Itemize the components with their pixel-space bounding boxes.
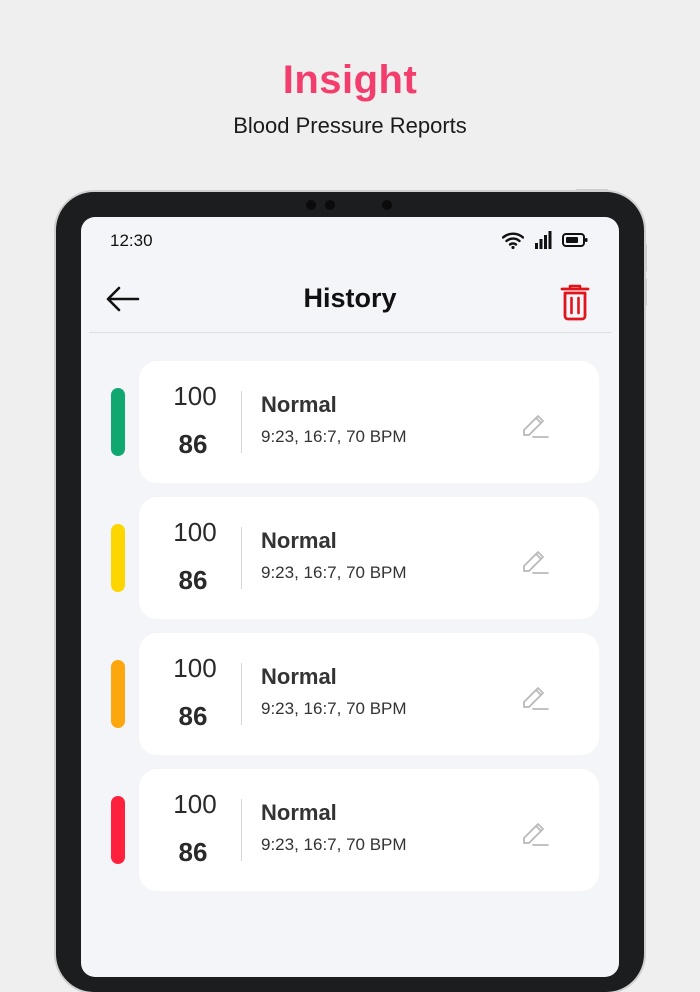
record-status: Normal [261,664,337,689]
list-item: 100 86 Normal 9:23, 16:7, 70 BPM [81,497,619,633]
systolic-value: 100 [173,653,217,683]
status-indicator [111,524,125,592]
pencil-icon [523,415,549,438]
power-button [576,189,608,192]
status-indicator [111,660,125,728]
status-indicator [111,388,125,456]
list-item: 100 86 Normal 9:23, 16:7, 70 BPM [81,633,619,769]
pencil-icon [523,687,549,710]
history-list: 100 86 Normal 9:23, 16:7, 70 BPM 100 86 … [81,361,619,905]
page-title: History [303,283,397,313]
diastolic-value: 86 [178,837,208,867]
card-divider [241,799,242,861]
record-card[interactable]: 100 86 Normal 9:23, 16:7, 70 BPM [139,769,599,891]
systolic-value: 100 [173,517,217,547]
list-item: 100 86 Normal 9:23, 16:7, 70 BPM [81,769,619,905]
record-detail: 9:23, 16:7, 70 BPM [261,835,407,854]
record-detail: 9:23, 16:7, 70 BPM [261,427,407,446]
list-item: 100 86 Normal 9:23, 16:7, 70 BPM [81,361,619,497]
status-icons [502,231,588,249]
diastolic-value: 86 [178,565,208,595]
camera-icon [325,200,335,210]
edit-button[interactable] [519,543,551,575]
volume-down-button [644,278,647,306]
systolic-value: 100 [173,789,217,819]
tablet-frame: 12:30 History 100 86 Normal 9:23, 16:7, … [56,189,647,992]
delete-button[interactable] [559,283,591,321]
app-screen: 12:30 History 100 86 Normal 9:23, 16:7, … [81,217,619,977]
wifi-icon [502,232,524,249]
app-header: History [81,277,619,333]
camera-icon [306,200,316,210]
card-divider [241,527,242,589]
status-indicator [111,796,125,864]
record-card[interactable]: 100 86 Normal 9:23, 16:7, 70 BPM [139,361,599,483]
record-card[interactable]: 100 86 Normal 9:23, 16:7, 70 BPM [139,497,599,619]
battery-icon [562,233,588,247]
record-status: Normal [261,392,337,417]
promo-title: Insight [282,58,418,102]
promo-subtitle: Blood Pressure Reports [233,113,467,138]
record-detail: 9:23, 16:7, 70 BPM [261,563,407,582]
card-divider [241,391,242,453]
signal-icon [535,231,552,249]
diastolic-value: 86 [178,701,208,731]
status-time: 12:30 [110,231,153,250]
record-status: Normal [261,800,337,825]
card-divider [241,663,242,725]
record-detail: 9:23, 16:7, 70 BPM [261,699,407,718]
edit-button[interactable] [519,815,551,847]
edit-button[interactable] [519,407,551,439]
record-status: Normal [261,528,337,553]
trash-icon [560,284,590,321]
systolic-value: 100 [173,381,217,411]
pencil-icon [523,551,549,574]
edit-button[interactable] [519,679,551,711]
camera-icon [382,200,392,210]
record-card[interactable]: 100 86 Normal 9:23, 16:7, 70 BPM [139,633,599,755]
diastolic-value: 86 [178,429,208,459]
pencil-icon [523,823,549,846]
header-divider [89,332,611,333]
volume-up-button [644,244,647,272]
